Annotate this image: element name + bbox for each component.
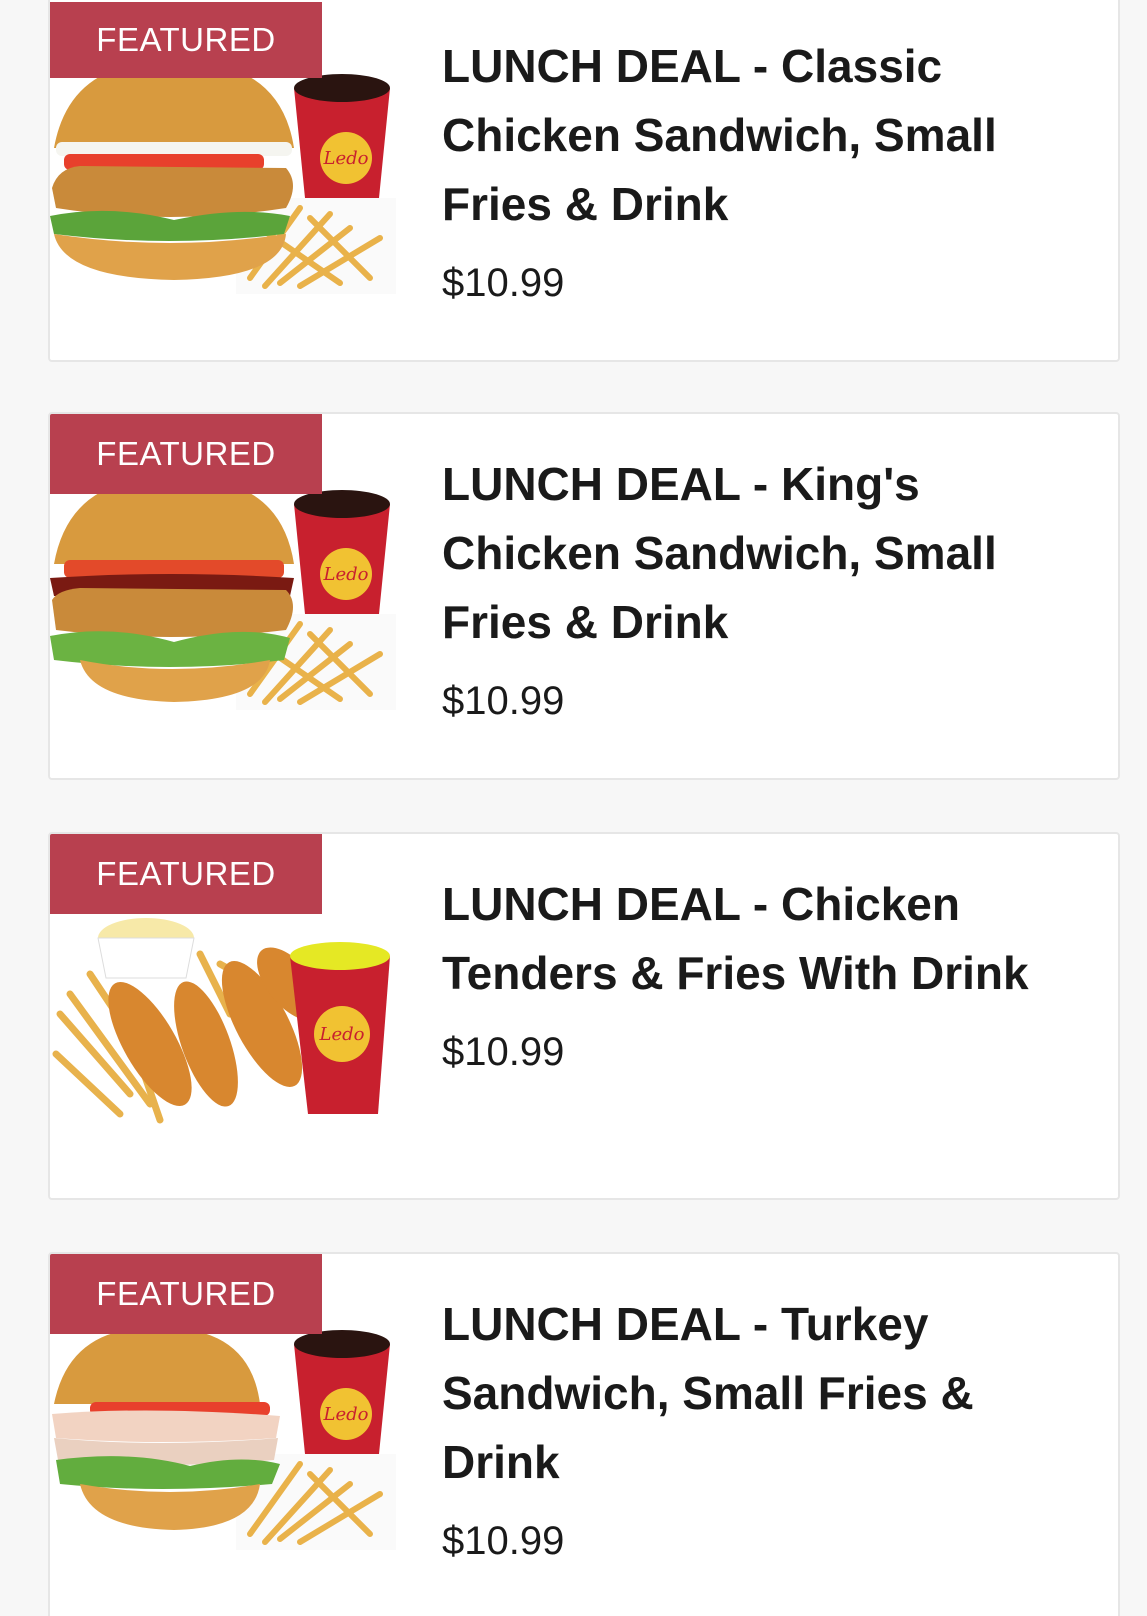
item-price: $10.99 bbox=[442, 261, 565, 305]
classic-chicken-sandwich-combo-image[interactable]: Ledo bbox=[50, 58, 410, 298]
featured-badge: FEATURED bbox=[50, 834, 322, 914]
menu-item-card[interactable]: FEATURED Ledo bbox=[48, 0, 1120, 362]
svg-text:Ledo: Ledo bbox=[323, 1404, 369, 1425]
svg-text:Ledo: Ledo bbox=[323, 564, 369, 585]
item-info: LUNCH DEAL - King's Chicken Sandwich, Sm… bbox=[442, 450, 1078, 724]
item-title[interactable]: LUNCH DEAL - Chicken Tenders & Fries Wit… bbox=[442, 870, 1078, 1008]
item-price: $10.99 bbox=[442, 1519, 565, 1563]
item-title[interactable]: LUNCH DEAL - Classic Chicken Sandwich, S… bbox=[442, 32, 1078, 239]
menu-item-card[interactable]: FEATURED Ledo bbox=[48, 1252, 1120, 1616]
chicken-tenders-combo-image[interactable]: Ledo bbox=[50, 894, 410, 1134]
item-info: LUNCH DEAL - Chicken Tenders & Fries Wit… bbox=[442, 870, 1078, 1075]
item-price: $10.99 bbox=[442, 679, 565, 723]
item-title[interactable]: LUNCH DEAL - Turkey Sandwich, Small Frie… bbox=[442, 1290, 1078, 1497]
menu-item-card[interactable]: FEATURED Ledo bbox=[48, 412, 1120, 780]
featured-badge: FEATURED bbox=[50, 2, 322, 78]
menu-list: FEATURED Ledo LUNCH DEAL - Classic Chick… bbox=[0, 0, 1147, 1616]
item-title[interactable]: LUNCH DEAL - King's Chicken Sandwich, Sm… bbox=[442, 450, 1078, 657]
featured-badge: FEATURED bbox=[50, 414, 322, 494]
item-info: LUNCH DEAL - Turkey Sandwich, Small Frie… bbox=[442, 1290, 1078, 1564]
svg-text:Ledo: Ledo bbox=[319, 1024, 365, 1045]
item-price: $10.99 bbox=[442, 1030, 565, 1074]
svg-text:Ledo: Ledo bbox=[323, 148, 369, 169]
turkey-sandwich-combo-image[interactable]: Ledo bbox=[50, 1314, 410, 1554]
menu-item-card[interactable]: FEATURED Ledo LUNCH DEAL - Chicken Tende… bbox=[48, 832, 1120, 1200]
kings-chicken-sandwich-combo-image[interactable]: Ledo bbox=[50, 474, 410, 714]
item-info: LUNCH DEAL - Classic Chicken Sandwich, S… bbox=[442, 32, 1078, 306]
featured-badge: FEATURED bbox=[50, 1254, 322, 1334]
